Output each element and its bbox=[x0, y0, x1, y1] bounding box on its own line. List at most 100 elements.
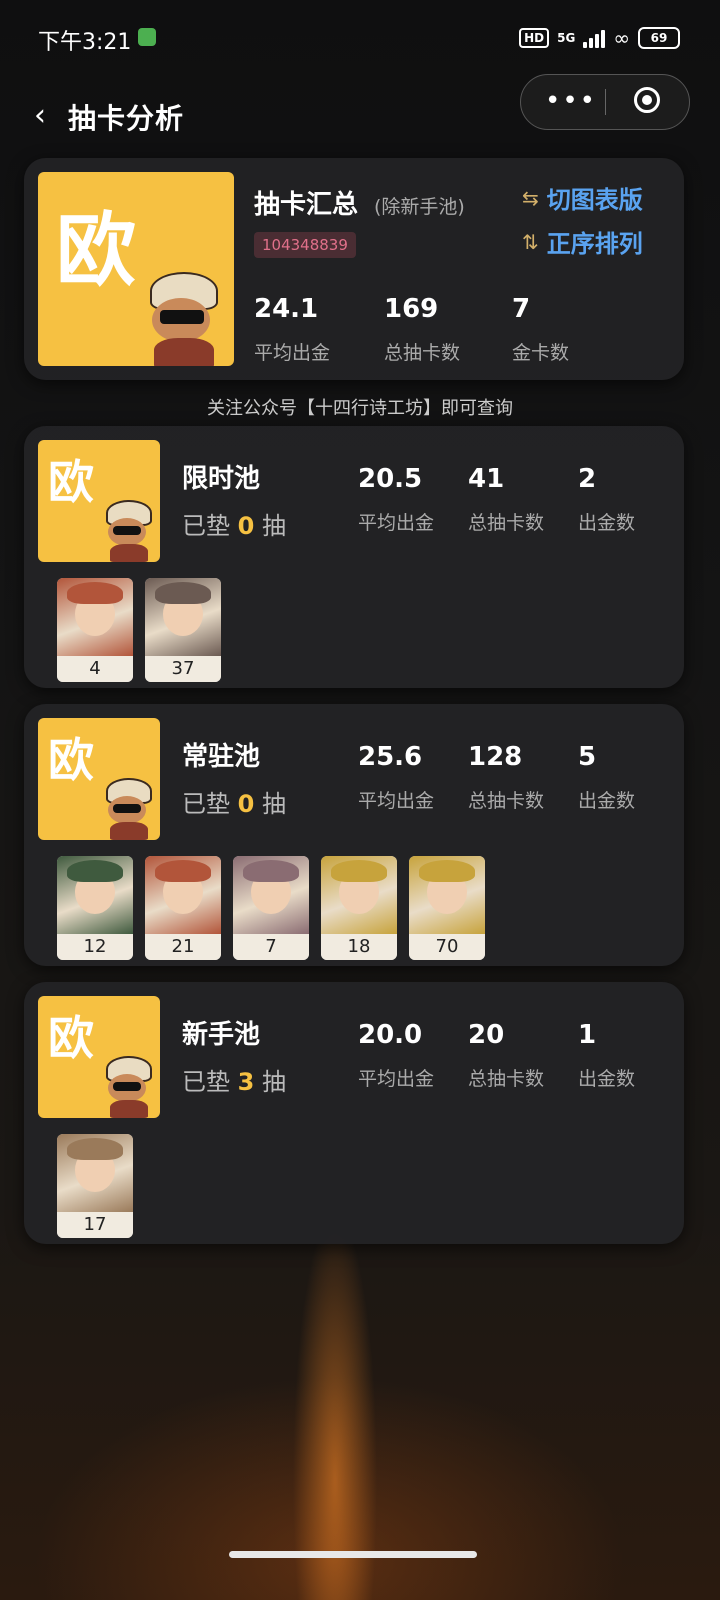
pool-avg-label: 平均出金 bbox=[358, 512, 435, 534]
pool-gold-value: 1 bbox=[578, 1020, 597, 1050]
summary-total-label: 总抽卡数 bbox=[384, 342, 461, 364]
pool-name: 新手池 bbox=[182, 1020, 261, 1050]
home-indicator[interactable] bbox=[229, 1551, 477, 1558]
character-card[interactable]: 7 bbox=[233, 856, 309, 960]
character-portrait-icon bbox=[233, 856, 309, 934]
pity-count: 0 bbox=[237, 512, 255, 540]
network-label: 5G bbox=[557, 31, 576, 45]
pool-pity: 已垫 3 抽 bbox=[182, 1062, 286, 1097]
user-id-badge: 104348839 bbox=[254, 232, 356, 258]
character-card[interactable]: 18 bbox=[321, 856, 397, 960]
summary-title: 抽卡汇总 bbox=[254, 190, 359, 220]
pity-count: 0 bbox=[237, 790, 255, 818]
character-pull-count: 37 bbox=[145, 656, 221, 682]
page-title: 抽卡分析 bbox=[68, 102, 185, 135]
badge-text: 欧 bbox=[56, 203, 136, 297]
pool-badge: 欧 bbox=[38, 440, 160, 562]
switch-chart-button[interactable]: ⇆ 切图表版 bbox=[522, 180, 643, 215]
chibi-mascot-icon bbox=[98, 498, 160, 562]
summary-badge: 欧 bbox=[38, 172, 234, 366]
summary-card: 欧 抽卡汇总 (除新手池) 104348839 ⇆ 切图表版 ⇅ 正序排列 24… bbox=[24, 158, 684, 380]
pity-suffix: 抽 bbox=[261, 790, 286, 818]
character-card[interactable]: 4 bbox=[57, 578, 133, 682]
pity-count: 3 bbox=[237, 1068, 255, 1096]
chibi-mascot-icon bbox=[98, 776, 160, 840]
character-card[interactable]: 12 bbox=[57, 856, 133, 960]
pity-prefix: 已垫 bbox=[182, 790, 230, 818]
character-portrait-icon bbox=[57, 856, 133, 934]
pity-suffix: 抽 bbox=[261, 512, 286, 540]
character-portrait-icon bbox=[409, 856, 485, 934]
switch-icon: ⇆ bbox=[522, 185, 539, 210]
character-card[interactable]: 37 bbox=[145, 578, 221, 682]
character-pull-count: 7 bbox=[233, 934, 309, 960]
character-pull-count: 18 bbox=[321, 934, 397, 960]
pool-total-value: 20 bbox=[468, 1020, 505, 1050]
pool-total-label: 总抽卡数 bbox=[468, 790, 545, 812]
back-icon[interactable]: ‹ bbox=[34, 98, 46, 133]
pool-total-label: 总抽卡数 bbox=[468, 512, 545, 534]
close-miniprogram-icon[interactable] bbox=[634, 87, 660, 113]
sort-order-button[interactable]: ⇅ 正序排列 bbox=[522, 224, 643, 259]
character-pull-count: 4 bbox=[57, 656, 133, 682]
badge-text: 欧 bbox=[48, 455, 94, 509]
battery-icon: 69 bbox=[638, 27, 680, 49]
sort-order-label: 正序排列 bbox=[546, 230, 643, 258]
pool-avg-value: 20.5 bbox=[358, 464, 423, 494]
character-pull-count: 21 bbox=[145, 934, 221, 960]
signal-icon bbox=[583, 28, 606, 48]
status-time: 下午3:21 bbox=[38, 30, 132, 55]
pool-gold-label: 出金数 bbox=[578, 790, 636, 812]
app-notification-icon bbox=[138, 28, 156, 46]
badge-text: 欧 bbox=[48, 733, 94, 787]
sort-icon: ⇅ bbox=[522, 229, 539, 254]
summary-avg-value: 24.1 bbox=[254, 294, 319, 324]
pity-prefix: 已垫 bbox=[182, 1068, 230, 1096]
character-card[interactable]: 70 bbox=[409, 856, 485, 960]
switch-chart-label: 切图表版 bbox=[546, 186, 643, 214]
pool-name: 限时池 bbox=[182, 464, 261, 494]
pity-prefix: 已垫 bbox=[182, 512, 230, 540]
pool-name: 常驻池 bbox=[182, 742, 261, 772]
character-card[interactable]: 17 bbox=[57, 1134, 133, 1238]
character-pull-count: 12 bbox=[57, 934, 133, 960]
character-pull-count: 17 bbox=[57, 1212, 133, 1238]
badge-text: 欧 bbox=[48, 1011, 94, 1065]
status-bar: 下午3:21 HD 5G ∞ 69 bbox=[0, 0, 720, 76]
character-portrait-icon bbox=[57, 1134, 133, 1212]
character-portrait-icon bbox=[57, 578, 133, 656]
pool-total-value: 41 bbox=[468, 464, 505, 494]
notice-text: 关注公众号【十四行诗工坊】即可查询 bbox=[207, 398, 513, 419]
pool-gold-label: 出金数 bbox=[578, 1068, 636, 1090]
character-card[interactable]: 21 bbox=[145, 856, 221, 960]
pool-avg-label: 平均出金 bbox=[358, 790, 435, 812]
miniprogram-capsule: ••• bbox=[520, 74, 690, 130]
pool-gold-label: 出金数 bbox=[578, 512, 636, 534]
pool-avg-label: 平均出金 bbox=[358, 1068, 435, 1090]
more-menu-icon[interactable]: ••• bbox=[545, 87, 597, 115]
pool-badge: 欧 bbox=[38, 718, 160, 840]
pool-gold-value: 5 bbox=[578, 742, 597, 772]
chibi-mascot-icon bbox=[136, 268, 232, 366]
capsule-divider bbox=[605, 89, 606, 115]
pool-total-value: 128 bbox=[468, 742, 523, 772]
summary-gold-value: 7 bbox=[512, 294, 531, 324]
summary-gold-label: 金卡数 bbox=[512, 342, 570, 364]
pool-card: 欧 常驻池 已垫 0 抽 25.6 平均出金 128 总抽卡数 5 出金数 12 bbox=[24, 704, 684, 966]
pool-card: 欧 新手池 已垫 3 抽 20.0 平均出金 20 总抽卡数 1 出金数 17 bbox=[24, 982, 684, 1244]
pool-avg-value: 20.0 bbox=[358, 1020, 423, 1050]
status-icons: HD 5G ∞ 69 bbox=[519, 24, 680, 52]
pool-avg-value: 25.6 bbox=[358, 742, 423, 772]
pool-card: 欧 限时池 已垫 0 抽 20.5 平均出金 41 总抽卡数 2 出金数 4 3… bbox=[24, 426, 684, 688]
character-pull-count: 70 bbox=[409, 934, 485, 960]
summary-total-value: 169 bbox=[384, 294, 439, 324]
pool-badge: 欧 bbox=[38, 996, 160, 1118]
character-portrait-icon bbox=[145, 856, 221, 934]
hd-icon: HD bbox=[519, 28, 550, 48]
pity-suffix: 抽 bbox=[261, 1068, 286, 1096]
chibi-mascot-icon bbox=[98, 1054, 160, 1118]
pool-pity: 已垫 0 抽 bbox=[182, 784, 286, 819]
pool-pity: 已垫 0 抽 bbox=[182, 506, 286, 541]
wifi-icon: ∞ bbox=[613, 26, 630, 50]
summary-avg-label: 平均出金 bbox=[254, 342, 331, 364]
